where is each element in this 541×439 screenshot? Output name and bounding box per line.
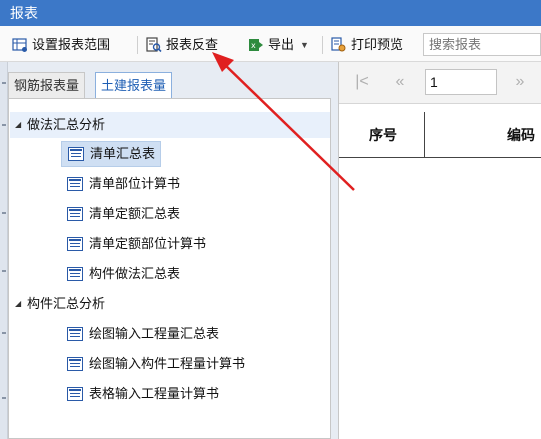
pager: |< « 1 » <box>339 62 541 104</box>
tree-item-label: 清单部位计算书 <box>89 176 181 191</box>
tree-item-label: 清单定额部位计算书 <box>89 236 207 251</box>
tree-item-label: 表格输入工程量计算书 <box>89 386 220 401</box>
tree-item-bill-quota-location-calc[interactable]: 清单定额部位计算书 <box>61 231 211 257</box>
tree-item-label: 绘图输入工程量汇总表 <box>89 326 220 341</box>
export-excel-icon: x <box>249 39 263 51</box>
page-number-input[interactable]: 1 <box>425 69 497 95</box>
tree-group-label: 构件汇总分析 <box>27 296 106 311</box>
report-search-icon <box>146 37 162 53</box>
tree-item-label: 绘图输入构件工程量计算书 <box>89 356 246 371</box>
tree-item-bill-location-calc[interactable]: 清单部位计算书 <box>61 171 185 197</box>
export-label: 导出 <box>268 37 295 52</box>
print-preview-label: 打印预览 <box>351 37 404 52</box>
table-settings-icon <box>12 38 27 52</box>
report-tree: ◢ 做法汇总分析 清单汇总表 清单部位计算书 清单定额汇总表 清单定额部位计算书… <box>8 98 331 439</box>
tree-item-drawing-input-component-calc[interactable]: 绘图输入构件工程量计算书 <box>61 351 250 377</box>
search-reports-input[interactable] <box>423 33 541 56</box>
edge-mark <box>2 270 6 272</box>
tab-rebar-report[interactable]: 钢筋报表量 <box>8 72 86 99</box>
report-preview-panel: |< « 1 » 序号 编码 <box>338 62 541 439</box>
report-reverse-lookup-label: 报表反查 <box>166 37 219 52</box>
toolbar-divider <box>322 36 323 54</box>
report-icon <box>67 237 83 251</box>
first-page-icon[interactable]: |< <box>351 70 373 94</box>
toolbar-divider <box>137 36 138 54</box>
report-icon <box>67 177 83 191</box>
edge-mark <box>2 397 6 399</box>
export-dropdown-button[interactable]: x 导出 ▼ <box>248 34 309 56</box>
prev-page-icon[interactable]: « <box>389 70 411 94</box>
print-preview-icon <box>331 37 346 52</box>
edge-mark <box>2 332 6 334</box>
chevron-down-icon: ▼ <box>300 40 309 50</box>
edge-mark <box>2 212 6 214</box>
svg-text:x: x <box>251 41 256 50</box>
tree-item-component-practice-summary[interactable]: 构件做法汇总表 <box>61 261 185 287</box>
toolbar: 设置报表范围 报表反查 x 导出 ▼ 打印预览 <box>0 26 541 62</box>
column-header-code: 编码 <box>507 127 535 143</box>
table-header: 序号 编码 <box>339 112 541 158</box>
tree-item-table-input-calc[interactable]: 表格输入工程量计算书 <box>61 381 224 407</box>
tree-item-bill-quota-summary[interactable]: 清单定额汇总表 <box>61 201 185 227</box>
report-icon <box>68 147 84 161</box>
report-icon <box>67 267 83 281</box>
window-title: 报表 <box>10 5 38 21</box>
tree-item-label: 清单汇总表 <box>90 146 156 161</box>
tree-item-label: 构件做法汇总表 <box>89 266 181 281</box>
tree-item-bill-summary[interactable]: 清单汇总表 <box>61 141 162 167</box>
next-page-icon[interactable]: » <box>509 70 531 94</box>
column-header-index: 序号 <box>369 127 397 143</box>
report-icon <box>67 207 83 221</box>
column-divider <box>424 112 425 158</box>
tree-item-label: 清单定额汇总表 <box>89 206 181 221</box>
tree-item-drawing-input-summary[interactable]: 绘图输入工程量汇总表 <box>61 321 224 347</box>
edge-mark <box>2 124 6 126</box>
tab-civil-report[interactable]: 土建报表量 <box>95 72 173 99</box>
window-title-bar: 报表 <box>0 0 541 26</box>
report-icon <box>67 327 83 341</box>
report-reverse-lookup-button[interactable]: 报表反查 <box>146 34 218 56</box>
print-preview-button[interactable]: 打印预览 <box>331 34 403 56</box>
tree-group-practice-summary[interactable]: ◢ 做法汇总分析 <box>10 112 330 138</box>
left-panel-edge <box>0 62 8 439</box>
report-icon <box>67 387 83 401</box>
set-report-range-button[interactable]: 设置报表范围 <box>12 34 110 56</box>
expand-triangle-icon[interactable]: ◢ <box>15 112 27 138</box>
edge-mark <box>2 82 6 84</box>
expand-triangle-icon[interactable]: ◢ <box>15 291 27 317</box>
set-report-range-label: 设置报表范围 <box>32 37 111 52</box>
tree-group-component-summary[interactable]: ◢ 构件汇总分析 <box>15 291 105 317</box>
tree-group-label: 做法汇总分析 <box>27 117 106 132</box>
report-icon <box>67 357 83 371</box>
